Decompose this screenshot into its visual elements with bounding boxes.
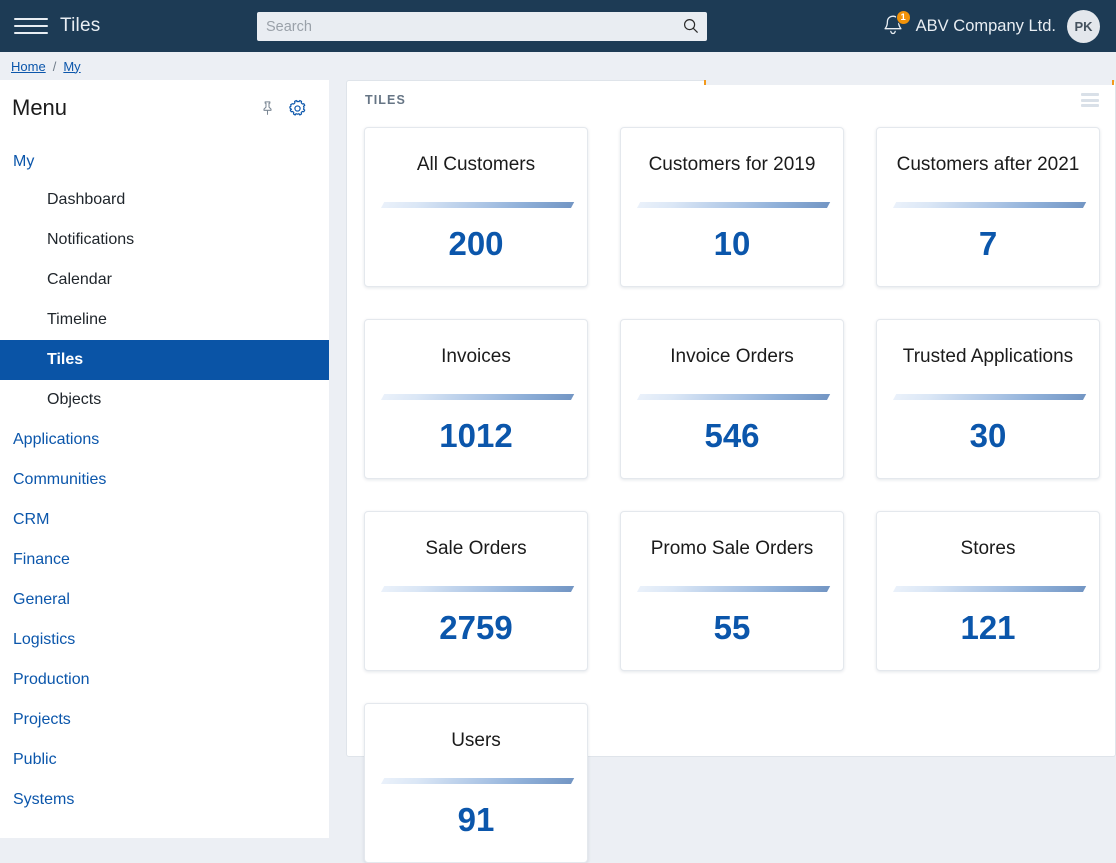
sidebar-group-my[interactable]: My — [0, 144, 329, 180]
sidebar-item-production[interactable]: Production — [0, 660, 329, 700]
user-area: 1 ABV Company Ltd. PK — [881, 0, 1100, 52]
sidebar-item-dashboard[interactable]: Dashboard — [0, 180, 329, 220]
sidebar: Menu My Dashboard Notifications Calendar… — [0, 80, 329, 838]
tile-title: Customers after 2021 — [896, 154, 1080, 175]
hamburger-menu-icon[interactable] — [14, 11, 48, 41]
tile-divider-bar — [637, 202, 831, 210]
tile-card[interactable]: Invoices 1012 — [364, 319, 588, 479]
tile-divider-bar — [893, 586, 1087, 594]
tile-card[interactable]: Invoice Orders 546 — [620, 319, 844, 479]
main-content-area: TILES All Customers 200 Customers for 2019… — [329, 80, 1116, 863]
tile-divider-gradient — [637, 586, 831, 592]
tile-title: Stores — [960, 538, 1016, 559]
gear-icon — [288, 99, 305, 116]
tile-value: 10 — [713, 225, 751, 262]
tile-card[interactable]: Sale Orders 2759 — [364, 511, 588, 671]
tile-divider-bar — [893, 394, 1087, 402]
tile-value: 546 — [704, 417, 760, 454]
sidebar-item-tiles[interactable]: Tiles — [0, 340, 329, 380]
settings-button[interactable] — [282, 93, 312, 123]
tile-value: 121 — [960, 609, 1016, 646]
search-box[interactable] — [257, 12, 707, 41]
company-name: ABV Company Ltd. — [915, 16, 1056, 35]
notification-badge: 1 — [895, 10, 911, 25]
tile-divider-gradient — [381, 586, 575, 592]
tile-value: 1012 — [439, 417, 513, 454]
tile-title: Invoice Orders — [670, 346, 794, 367]
tile-card[interactable]: Customers after 2021 7 — [876, 127, 1100, 287]
tiles-panel: TILES All Customers 200 Customers for 2019… — [346, 80, 1116, 863]
search-icon[interactable] — [683, 18, 699, 34]
tile-value: 200 — [448, 225, 504, 262]
tile-divider-gradient — [381, 202, 575, 208]
search-input[interactable] — [257, 12, 707, 41]
tile-value: 7 — [978, 225, 998, 262]
tile-card[interactable]: Stores 121 — [876, 511, 1100, 671]
tile-value: 30 — [969, 417, 1007, 454]
sidebar-header: Menu — [0, 84, 329, 132]
tile-title: Promo Sale Orders — [650, 538, 814, 559]
tile-divider-gradient — [637, 394, 831, 400]
tile-divider-gradient — [381, 778, 575, 784]
panel-menu-icon[interactable] — [1081, 93, 1099, 107]
sidebar-item-notifications[interactable]: Notifications — [0, 220, 329, 260]
tile-divider-gradient — [893, 586, 1087, 592]
sidebar-item-applications[interactable]: Applications — [0, 420, 329, 460]
tile-card[interactable]: Users 91 — [364, 703, 588, 863]
breadcrumb: Home / My — [0, 52, 1116, 80]
breadcrumb-item-home[interactable]: Home — [11, 59, 46, 74]
tile-title: Users — [451, 730, 501, 751]
app-title: Tiles — [60, 15, 101, 36]
sidebar-item-communities[interactable]: Communities — [0, 460, 329, 500]
tile-divider-gradient — [637, 202, 831, 208]
sidebar-item-calendar[interactable]: Calendar — [0, 260, 329, 300]
sidebar-item-crm[interactable]: CRM — [0, 500, 329, 540]
sidebar-title: Menu — [12, 95, 68, 120]
tile-title: All Customers — [416, 154, 536, 175]
tile-value: 55 — [713, 609, 751, 646]
pin-button[interactable] — [252, 93, 282, 123]
tiles-grid: All Customers 200 Customers for 2019 10 Cust… — [347, 119, 1115, 863]
tile-card[interactable]: All Customers 200 — [364, 127, 588, 287]
tiles-panel-header: TILES — [347, 81, 1115, 119]
tile-card[interactable]: Customers for 2019 10 — [620, 127, 844, 287]
tile-divider-bar — [381, 586, 575, 594]
tile-divider-bar — [893, 202, 1087, 210]
user-avatar[interactable]: PK — [1067, 9, 1100, 43]
tile-divider-bar — [381, 778, 575, 786]
sidebar-item-logistics[interactable]: Logistics — [0, 620, 329, 660]
tile-divider-gradient — [893, 202, 1087, 208]
sidebar-item-general[interactable]: General — [0, 580, 329, 620]
tile-title: Invoices — [441, 346, 511, 367]
tile-divider-gradient — [381, 394, 575, 400]
top-header-bar: Tiles 1 ABV Company Ltd. PK — [0, 0, 1116, 52]
breadcrumb-separator: / — [52, 58, 57, 74]
sidebar-item-timeline[interactable]: Timeline — [0, 300, 329, 340]
tiles-panel-title: TILES — [365, 93, 406, 107]
tile-value: 2759 — [439, 609, 513, 646]
breadcrumb-item-my[interactable]: My — [63, 59, 80, 74]
sidebar-menu-list: My Dashboard Notifications Calendar Time… — [0, 144, 329, 820]
sidebar-item-public[interactable]: Public — [0, 740, 329, 780]
tile-divider-bar — [381, 202, 575, 210]
tile-divider-bar — [637, 586, 831, 594]
tile-divider-gradient — [893, 394, 1087, 400]
tile-card[interactable]: Trusted Applications 30 — [876, 319, 1100, 479]
tile-title: Customers for 2019 — [648, 154, 816, 175]
pin-icon — [262, 100, 272, 115]
notifications-button[interactable]: 1 — [881, 10, 911, 39]
tile-divider-bar — [637, 394, 831, 402]
sidebar-item-objects[interactable]: Objects — [0, 380, 329, 420]
tile-title: Sale Orders — [425, 538, 527, 559]
sidebar-item-projects[interactable]: Projects — [0, 700, 329, 740]
sidebar-item-systems[interactable]: Systems — [0, 780, 329, 820]
tile-value: 91 — [457, 801, 495, 838]
tile-title: Trusted Applications — [902, 346, 1074, 367]
tile-card[interactable]: Promo Sale Orders 55 — [620, 511, 844, 671]
tile-divider-bar — [381, 394, 575, 402]
sidebar-item-finance[interactable]: Finance — [0, 540, 329, 580]
